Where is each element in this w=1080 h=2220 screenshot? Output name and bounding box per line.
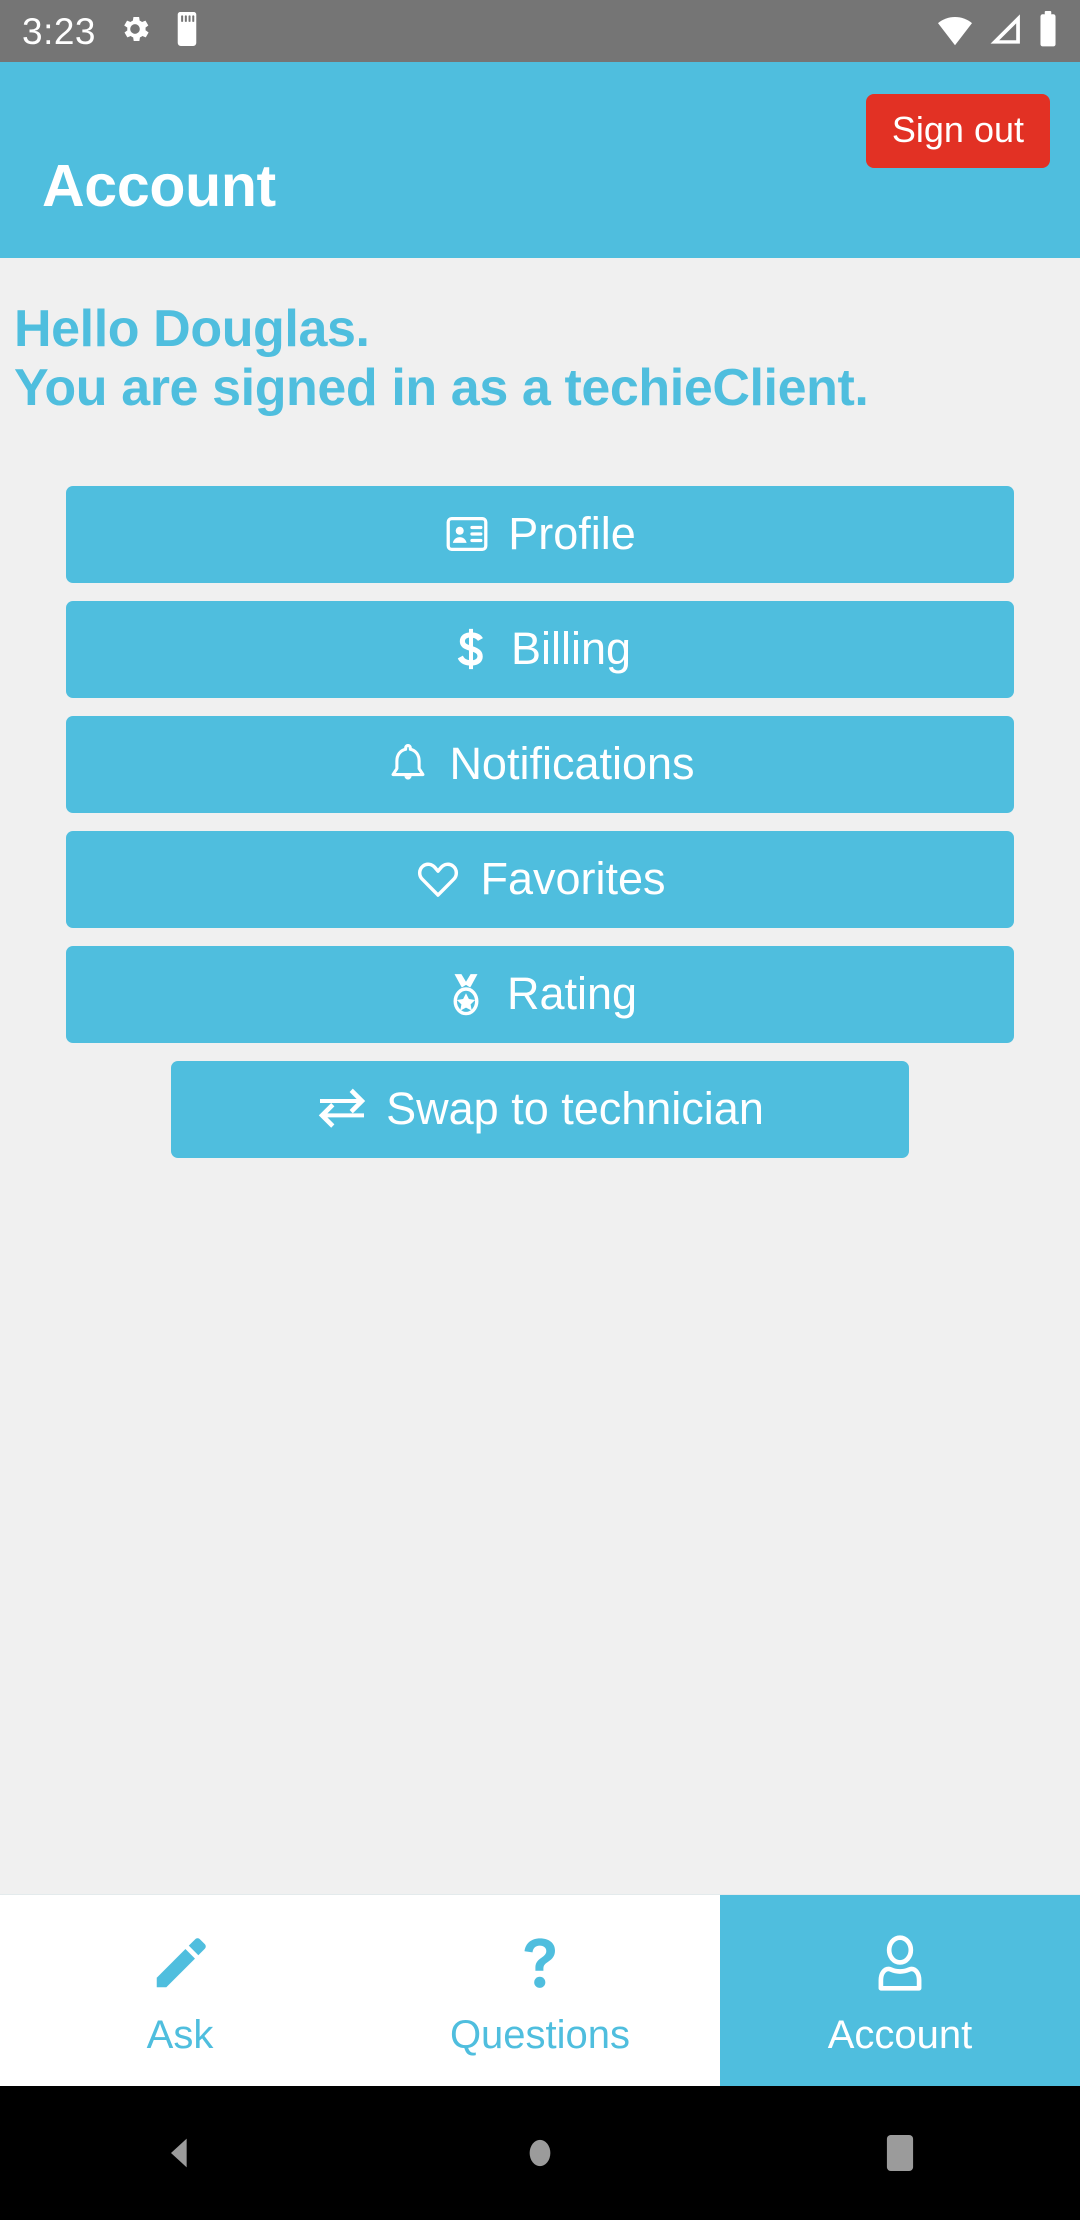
tab-account[interactable]: Account: [720, 1895, 1080, 2086]
status-bar: 3:23: [0, 0, 1080, 62]
heart-icon: [414, 856, 462, 902]
rating-button[interactable]: Rating: [66, 945, 1014, 1043]
billing-button-label: Billing: [510, 622, 632, 674]
status-clock: 3:23: [22, 10, 97, 52]
notifications-button[interactable]: Notifications: [66, 715, 1014, 813]
person-icon: [869, 1927, 931, 2001]
cell-signal-icon: [988, 12, 1024, 51]
dollar-sign-icon: [449, 626, 493, 672]
profile-button-label: Profile: [508, 507, 636, 559]
settings-gear-icon: [118, 12, 152, 51]
id-card-icon: [444, 511, 490, 557]
bottom-navigation: Ask Questions Account: [0, 1894, 1080, 2086]
wifi-icon: [936, 12, 974, 51]
status-bar-right: [936, 10, 1058, 52]
medal-icon: [443, 970, 489, 1018]
question-mark-icon: [511, 1927, 569, 2001]
status-bar-left: 3:23: [22, 10, 200, 52]
swap-to-technician-button[interactable]: Swap to technician: [171, 1060, 909, 1158]
greeting-line-1: Hello Douglas.: [14, 300, 370, 358]
battery-icon: [1038, 10, 1058, 52]
tab-account-label: Account: [827, 2012, 973, 2057]
tab-questions[interactable]: Questions: [360, 1895, 720, 2086]
back-icon[interactable]: [90, 2086, 270, 2220]
sign-out-button[interactable]: Sign out: [865, 94, 1050, 168]
favorites-button-label: Favorites: [480, 852, 666, 904]
system-navigation-bar: [0, 2086, 1080, 2220]
profile-button[interactable]: Profile: [66, 485, 1014, 583]
greeting-text: Hello Douglas. You are signed in as a te…: [0, 258, 1080, 418]
bell-icon: [385, 741, 431, 787]
favorites-button[interactable]: Favorites: [66, 830, 1014, 928]
account-actions-list: Profile Billing Notifications Favorites …: [0, 485, 1080, 1158]
exchange-arrows-icon: [316, 1088, 368, 1130]
home-icon[interactable]: [450, 2086, 630, 2220]
tab-ask[interactable]: Ask: [0, 1895, 360, 2086]
notifications-button-label: Notifications: [449, 737, 695, 789]
app-header: Account Sign out: [0, 62, 1080, 258]
phone-screen: 3:23 Account Sign out Hello Douglas. You…: [0, 0, 1080, 2220]
main-content: Hello Douglas. You are signed in as a te…: [0, 258, 1080, 1894]
rating-button-label: Rating: [506, 967, 638, 1019]
tab-questions-label: Questions: [449, 2012, 631, 2057]
pencil-icon: [149, 1927, 211, 2001]
billing-button[interactable]: Billing: [66, 600, 1014, 698]
tab-ask-label: Ask: [146, 2012, 214, 2057]
page-title: Account: [42, 153, 276, 219]
sd-card-icon: [174, 11, 200, 51]
greeting-line-2: You are signed in as a techieClient.: [14, 358, 869, 417]
recents-icon[interactable]: [810, 2086, 990, 2220]
swap-to-technician-button-label: Swap to technician: [386, 1082, 764, 1134]
